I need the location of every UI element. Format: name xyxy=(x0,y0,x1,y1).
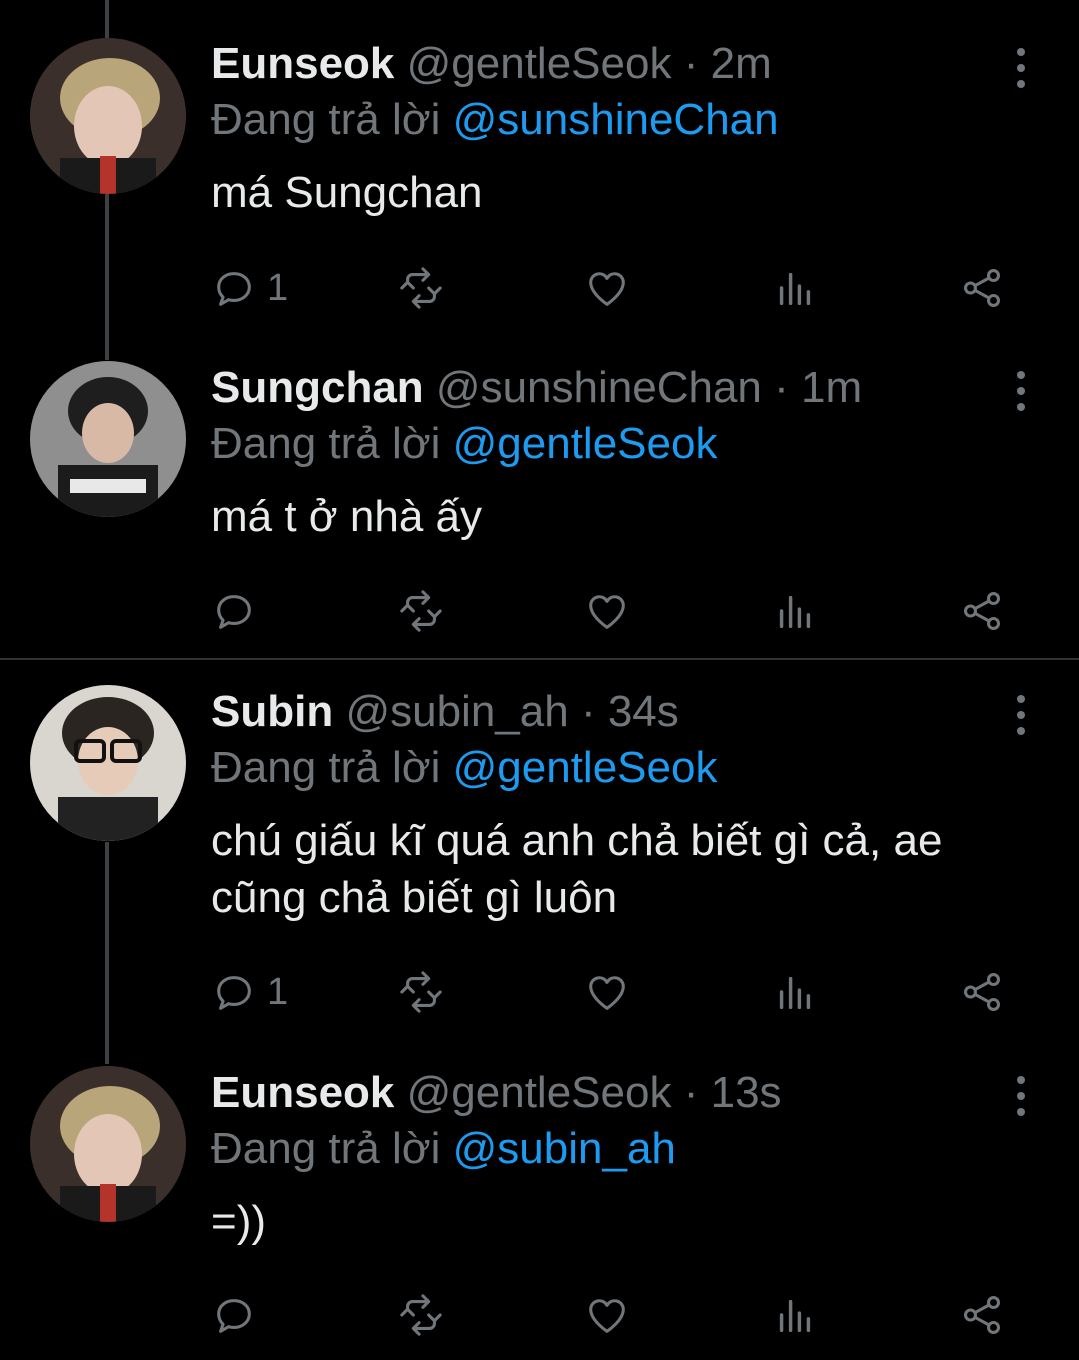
reply-icon xyxy=(217,595,251,629)
thread-line xyxy=(105,842,109,1064)
like-button[interactable] xyxy=(584,1290,630,1340)
more-vertical-icon[interactable] xyxy=(1009,695,1033,735)
timestamp[interactable]: 34s xyxy=(608,687,679,736)
conversation-divider xyxy=(0,658,1079,660)
mention-link[interactable]: @subin_ah xyxy=(453,1124,676,1173)
reply-prefix: Đang trả lời xyxy=(211,743,441,792)
tweet-text: má t ở nhà ấy xyxy=(211,492,482,541)
separator: · xyxy=(683,39,699,88)
tweet-text: má Sungchan xyxy=(211,168,483,217)
separator: · xyxy=(774,363,789,412)
tweet-header: Sungchan @sunshineChan · 1m xyxy=(211,360,989,416)
share-icon xyxy=(963,269,1001,307)
display-name[interactable]: Eunseok xyxy=(211,39,394,88)
user-handle[interactable]: @subin_ah xyxy=(345,687,568,736)
views-button[interactable] xyxy=(772,586,818,636)
avatar[interactable] xyxy=(30,361,186,517)
action-bar: 1 xyxy=(211,263,1011,313)
avatar-image xyxy=(30,1066,186,1222)
tweet-text: chú giấu kĩ quá anh chả biết gì cả, ae c… xyxy=(211,816,943,922)
avatar[interactable] xyxy=(30,1066,186,1222)
timestamp[interactable]: 13s xyxy=(711,1068,782,1117)
user-handle[interactable]: @sunshineChan xyxy=(436,363,762,412)
reply-context: Đang trả lời @sunshineChan xyxy=(211,92,989,148)
retweet-icon xyxy=(400,267,442,309)
separator: · xyxy=(683,1068,699,1117)
action-bar xyxy=(211,1290,1011,1340)
action-bar xyxy=(211,586,1011,636)
mention-link[interactable]: @sunshineChan xyxy=(453,95,779,144)
heart-icon xyxy=(589,272,625,306)
timestamp[interactable]: 2m xyxy=(711,39,772,88)
user-handle[interactable]: @gentleSeok xyxy=(407,1068,672,1117)
display-name[interactable]: Subin xyxy=(211,687,333,736)
reply-prefix: Đang trả lời xyxy=(211,95,441,144)
timestamp[interactable]: 1m xyxy=(801,363,862,412)
thread-line xyxy=(105,0,109,40)
avatar[interactable] xyxy=(30,38,186,194)
share-icon xyxy=(963,592,1001,630)
more-vertical-icon[interactable] xyxy=(1009,371,1033,411)
retweet-icon xyxy=(400,590,442,632)
retweet-icon xyxy=(400,1294,442,1336)
reply-prefix: Đang trả lời xyxy=(211,1124,441,1173)
separator: · xyxy=(580,687,596,736)
tweet-header: Eunseok @gentleSeok · 2m xyxy=(211,36,989,92)
retweet-button[interactable] xyxy=(398,967,444,1017)
views-button[interactable] xyxy=(772,263,818,313)
action-bar: 1 xyxy=(211,967,1011,1017)
views-button[interactable] xyxy=(772,1290,818,1340)
display-name[interactable]: Sungchan xyxy=(211,363,424,412)
reply-context: Đang trả lời @gentleSeok xyxy=(211,740,989,796)
tweet-text: =)) xyxy=(211,1197,266,1246)
reply-icon xyxy=(217,1299,251,1333)
avatar-image xyxy=(30,38,186,194)
avatar-image xyxy=(30,685,186,841)
user-handle[interactable]: @gentleSeok xyxy=(407,39,672,88)
reply-prefix: Đang trả lời xyxy=(211,419,441,468)
share-button[interactable] xyxy=(959,1290,1005,1340)
reply-context: Đang trả lời @subin_ah xyxy=(211,1121,989,1177)
share-button[interactable] xyxy=(959,263,1005,313)
like-button[interactable] xyxy=(584,263,630,313)
heart-icon xyxy=(589,1299,625,1333)
share-button[interactable] xyxy=(959,967,1005,1017)
share-button[interactable] xyxy=(959,586,1005,636)
views-icon xyxy=(779,976,811,1010)
like-button[interactable] xyxy=(584,586,630,636)
heart-icon xyxy=(589,976,625,1010)
mention-link[interactable]: @gentleSeok xyxy=(453,743,718,792)
avatar[interactable] xyxy=(30,685,186,841)
reply-context: Đang trả lời @gentleSeok xyxy=(211,416,989,472)
views-icon xyxy=(779,1299,811,1333)
retweet-button[interactable] xyxy=(398,1290,444,1340)
views-button[interactable] xyxy=(772,967,818,1017)
retweet-icon xyxy=(400,971,442,1013)
avatar-image xyxy=(30,361,186,517)
tweet-header: Eunseok @gentleSeok · 13s xyxy=(211,1065,989,1121)
mention-link[interactable]: @gentleSeok xyxy=(453,419,718,468)
retweet-button[interactable] xyxy=(398,263,444,313)
more-vertical-icon[interactable] xyxy=(1009,1076,1033,1116)
views-icon xyxy=(779,595,811,629)
reply-count: 1 xyxy=(267,970,289,1013)
thread-line xyxy=(105,194,109,360)
more-vertical-icon[interactable] xyxy=(1009,48,1033,88)
reply-button[interactable]: 1 xyxy=(211,967,288,1017)
share-icon xyxy=(963,1296,1001,1334)
reply-button[interactable] xyxy=(211,586,267,636)
reply-icon xyxy=(217,976,251,1010)
reply-button[interactable] xyxy=(211,1290,267,1340)
retweet-button[interactable] xyxy=(398,586,444,636)
tweet-header: Subin @subin_ah · 34s xyxy=(211,684,989,740)
display-name[interactable]: Eunseok xyxy=(211,1068,394,1117)
reply-icon xyxy=(217,272,251,306)
like-button[interactable] xyxy=(584,967,630,1017)
reply-count: 1 xyxy=(267,266,289,309)
heart-icon xyxy=(589,595,625,629)
reply-button[interactable]: 1 xyxy=(211,263,288,313)
share-icon xyxy=(963,973,1001,1011)
views-icon xyxy=(779,272,811,306)
